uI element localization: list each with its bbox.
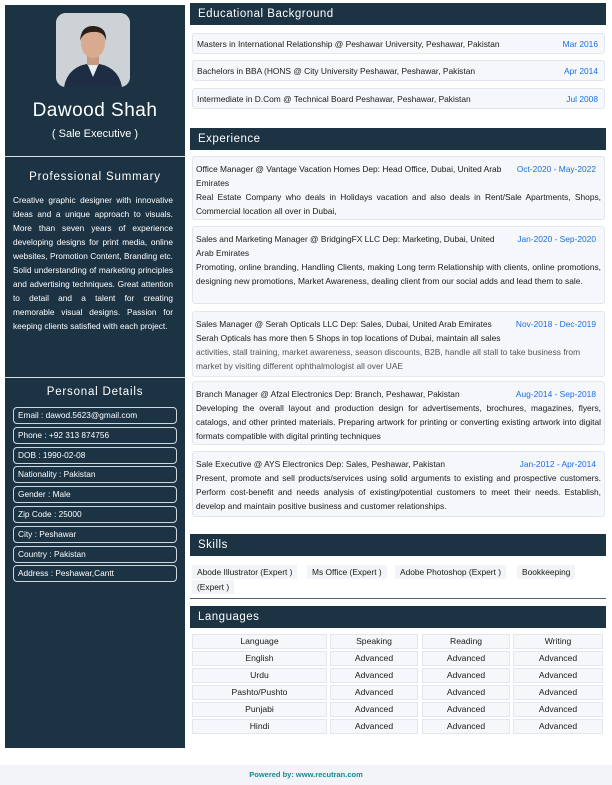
- language-cell: Advanced: [422, 685, 510, 700]
- language-header: Writing: [513, 634, 603, 649]
- experience-item: Office Manager @ Vantage Vacation Homes …: [192, 156, 605, 220]
- experience-description-more: activities, stall training, market aware…: [196, 347, 581, 371]
- language-cell: Pashto/Pushto: [192, 685, 327, 700]
- language-cell: Advanced: [513, 719, 603, 734]
- language-header: Reading: [422, 634, 510, 649]
- skill-tag: Ms Office (Expert ): [307, 565, 387, 579]
- experience-date: Oct-2020 - May-2022: [516, 164, 596, 174]
- profile-photo: [56, 13, 130, 87]
- experience-date: Nov-2018 - Dec-2019: [515, 319, 596, 329]
- personal-detail-item: Country : Pakistan: [13, 545, 177, 563]
- experience-item: Sales and Marketing Manager @ BridgingFX…: [192, 226, 605, 304]
- experience-description: Promoting, online branding, Handling Cli…: [196, 262, 601, 286]
- education-text: Bachelors in BBA (HONS @ City University…: [197, 66, 476, 76]
- divider: [5, 156, 185, 157]
- language-cell: English: [192, 651, 327, 666]
- language-cell: Advanced: [513, 685, 603, 700]
- language-cell: Advanced: [330, 702, 418, 717]
- experience-date: Aug-2014 - Sep-2018: [515, 389, 596, 399]
- personal-detail-item: Nationality : Pakistan: [13, 466, 177, 484]
- experience-item: Branch Manager @ Afzal Electronics Dep: …: [192, 381, 605, 445]
- language-cell: Advanced: [330, 685, 418, 700]
- education-text: Intermediate in D.Com @ Technical Board …: [197, 94, 471, 104]
- experience-description: Serah Opticals has more then 5 Shops in …: [196, 333, 501, 343]
- education-date: Jul 2008: [566, 94, 598, 104]
- experience-item: Sale Executive @ AYS Electronics Dep: Sa…: [192, 451, 605, 517]
- skill-tag: (Expert ): [192, 580, 235, 594]
- personal-detail-item: City : Peshawar: [13, 525, 177, 543]
- language-cell: Advanced: [422, 719, 510, 734]
- profile-name: Dawood Shah: [32, 100, 158, 121]
- education-heading: Educational Background: [190, 3, 606, 25]
- language-cell: Hindi: [192, 719, 327, 734]
- education-date: Mar 2016: [562, 39, 598, 49]
- personal-detail-item: Zip Code : 25000: [13, 506, 177, 523]
- education-date: Apr 2014: [564, 66, 598, 76]
- personal-detail-item: Phone : +92 313 874756: [13, 426, 177, 444]
- footer-credit: Powered by: www.recutran.com: [0, 765, 612, 785]
- language-cell: Advanced: [330, 668, 418, 683]
- experience-item: Sales Manager @ Serah Opticals LLC Dep: …: [192, 311, 605, 377]
- education-item: Bachelors in BBA (HONS @ City University…: [192, 60, 605, 81]
- experience-description: Real Estate Company who deals in Holiday…: [196, 192, 601, 216]
- personal-detail-item: Gender : Male: [13, 486, 177, 504]
- experience-date: Jan-2020 - Sep-2020: [517, 234, 596, 244]
- language-cell: Advanced: [513, 651, 603, 666]
- language-cell: Urdu: [192, 668, 327, 683]
- skill-tag: Adobe Photoshop (Expert ): [395, 565, 507, 579]
- languages-heading: Languages: [190, 606, 606, 628]
- language-cell: Advanced: [422, 668, 510, 683]
- skills-heading: Skills: [190, 534, 606, 556]
- language-cell: Advanced: [330, 719, 418, 734]
- language-cell: Advanced: [330, 651, 418, 666]
- divider: [5, 377, 185, 378]
- personal-detail-item: DOB : 1990-02-08: [13, 446, 177, 464]
- personal-heading: Personal Details: [46, 386, 144, 398]
- personal-detail-item: Email : dawod.5623@gmail.com: [13, 407, 177, 424]
- skill-tag: Bookkeeping: [517, 565, 576, 579]
- personal-detail-item: Address : Peshawar,Cantt: [13, 565, 177, 583]
- language-cell: Punjabi: [192, 702, 327, 717]
- profile-role: ( Sale Executive ): [51, 128, 139, 140]
- education-item: Masters in International Relationship @ …: [192, 33, 605, 54]
- experience-description: Present, promote and sell products/servi…: [196, 473, 601, 511]
- sidebar: Dawood Shah ( Sale Executive ) Professio…: [5, 5, 185, 748]
- language-cell: Advanced: [513, 702, 603, 717]
- summary-text: Creative graphic designer with innovativ…: [13, 195, 173, 331]
- experience-description: Developing the overall layout and produc…: [196, 403, 601, 441]
- divider: [190, 598, 606, 599]
- language-cell: Advanced: [422, 651, 510, 666]
- language-cell: Advanced: [513, 668, 603, 683]
- language-header: Speaking: [330, 634, 418, 649]
- education-text: Masters in International Relationship @ …: [197, 39, 500, 49]
- summary-heading: Professional Summary: [29, 171, 161, 183]
- language-header: Language: [192, 634, 327, 649]
- experience-date: Jan-2012 - Apr-2014: [519, 459, 596, 469]
- experience-heading: Experience: [190, 128, 606, 150]
- language-cell: Advanced: [422, 702, 510, 717]
- skill-tag: Abode Illustrator (Expert ): [192, 565, 298, 579]
- education-item: Intermediate in D.Com @ Technical Board …: [192, 88, 605, 109]
